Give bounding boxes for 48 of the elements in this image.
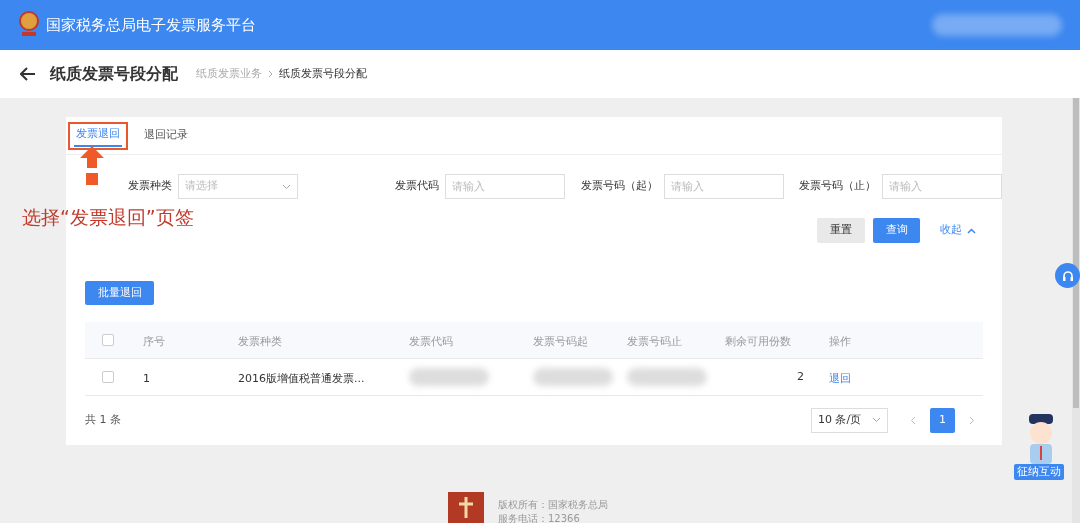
breadcrumb-item: 纸质发票号段分配	[279, 65, 367, 82]
tab[interactable]: 退回记录	[142, 124, 190, 147]
page-title: 纸质发票号段分配	[50, 63, 178, 85]
chevron-right-icon	[268, 70, 273, 78]
page-button[interactable]: 1	[930, 407, 955, 433]
batch-return-button[interactable]: 批量退回	[85, 281, 154, 305]
collapse-button[interactable]: 收起	[940, 222, 976, 239]
return-link[interactable]: 退回	[829, 372, 851, 385]
column-header: 发票种类	[238, 335, 282, 348]
platform-title: 国家税务总局电子发票服务平台	[46, 14, 256, 36]
assistant-label[interactable]: 征纳互动	[1014, 464, 1064, 480]
column-header: 序号	[143, 335, 165, 348]
chevron-down-icon	[282, 183, 291, 190]
filter-label: 发票号码（止）	[799, 178, 876, 195]
column-header: 发票号码止	[627, 335, 682, 348]
back-arrow-icon[interactable]	[20, 67, 36, 81]
total-count: 共 1 条	[85, 411, 121, 428]
page-size-select[interactable]: 10 条/页	[811, 407, 888, 433]
headset-icon	[1061, 269, 1074, 282]
footer-text: 服务电话：12366	[498, 512, 581, 523]
tab[interactable]: 发票退回	[74, 124, 122, 147]
table-cell: 1	[143, 372, 150, 385]
filter-label: 发票种类	[128, 178, 172, 195]
input-field[interactable]: 请输入	[445, 174, 565, 199]
input-field[interactable]: 请输入	[882, 174, 1002, 199]
tax-bureau-logo-icon	[448, 492, 484, 523]
checkbox[interactable]	[101, 334, 114, 346]
filter-label: 发票号码（起）	[580, 178, 658, 195]
chevron-up-icon	[967, 227, 976, 234]
search-button[interactable]: 查询	[873, 218, 920, 243]
column-header: 发票代码	[409, 335, 453, 348]
column-header: 剩余可用份数	[725, 335, 791, 348]
support-button[interactable]	[1055, 263, 1080, 288]
input-field[interactable]: 请输入	[663, 174, 784, 199]
table-cell: 2016版增值税普通发票...	[238, 372, 365, 385]
column-header: 发票号码起	[533, 335, 588, 348]
annotation-caption: 选择“发票退回”页签	[22, 205, 194, 230]
previous-page-icon[interactable]	[910, 415, 916, 425]
select-field[interactable]: 请选择	[178, 174, 298, 199]
column-header: 操作	[829, 335, 851, 348]
table-cell-text: 2	[797, 368, 804, 385]
chevron-down-icon	[872, 417, 881, 423]
reset-button[interactable]: 重置	[817, 218, 865, 243]
checkbox[interactable]	[101, 371, 114, 383]
filter-label: 发票代码	[395, 178, 439, 195]
footer-text: 版权所有：国家税务总局	[498, 498, 608, 512]
next-page-icon[interactable]	[969, 415, 975, 425]
breadcrumb-item[interactable]: 纸质发票业务	[196, 65, 262, 83]
